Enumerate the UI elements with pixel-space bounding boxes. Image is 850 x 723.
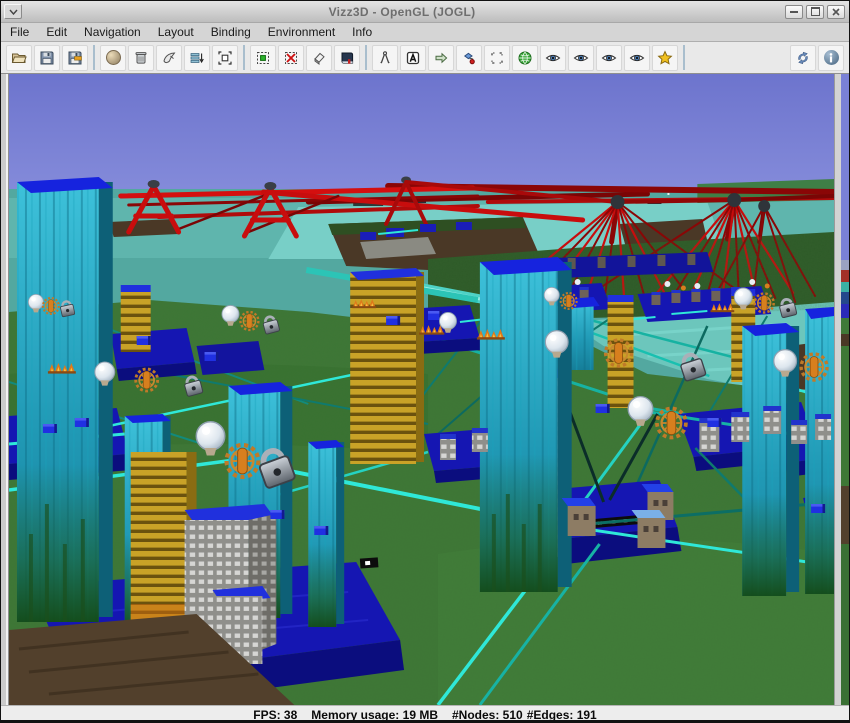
window-menu-button[interactable] <box>4 4 22 19</box>
menu-navigation[interactable]: Navigation <box>84 25 141 39</box>
chevron-down-icon <box>9 9 18 15</box>
documentation-button[interactable] <box>334 45 360 71</box>
globe-icon <box>517 50 533 66</box>
save-icon <box>39 50 55 66</box>
teal-tower-giant <box>480 257 572 592</box>
about-button[interactable] <box>818 45 844 71</box>
eraser-button[interactable] <box>306 45 332 71</box>
eye-icon <box>629 50 645 66</box>
app-window: Vizz3D - OpenGL (JOGL) File Edit Navigat… <box>0 0 850 723</box>
reload-button[interactable] <box>790 45 816 71</box>
close-button[interactable] <box>827 5 845 19</box>
arrow-right-icon <box>433 50 449 66</box>
save-as-icon <box>67 50 83 66</box>
viewport-right-sliver <box>841 74 849 705</box>
view-toggle-1-button[interactable] <box>540 45 566 71</box>
open-folder-icon <box>11 50 27 66</box>
text-a-icon <box>405 50 421 66</box>
minimize-icon <box>790 11 798 13</box>
teal-tower-giant <box>17 177 113 622</box>
favorites-button[interactable] <box>652 45 678 71</box>
toolbar-separator <box>683 45 685 70</box>
text-labels-button[interactable] <box>400 45 426 71</box>
opengl-3d-viewport[interactable] <box>9 74 834 705</box>
view-toggle-2-button[interactable] <box>568 45 594 71</box>
sphere-icon <box>106 50 121 65</box>
save-as-button[interactable] <box>62 45 88 71</box>
minimize-button[interactable] <box>785 5 803 19</box>
brush-sweep-icon <box>161 50 177 66</box>
move-node-icon <box>461 50 477 66</box>
eye-icon <box>601 50 617 66</box>
view-toggle-3-button[interactable] <box>596 45 622 71</box>
delete-button[interactable] <box>128 45 154 71</box>
eraser-icon <box>311 50 327 66</box>
menu-file[interactable]: File <box>10 25 29 39</box>
status-memory: Memory usage: 19 MB <box>311 708 438 722</box>
measure-button[interactable] <box>372 45 398 71</box>
menu-layout[interactable]: Layout <box>158 25 194 39</box>
save-button[interactable] <box>34 45 60 71</box>
add-node-icon <box>255 50 271 66</box>
menu-environment[interactable]: Environment <box>268 25 335 39</box>
sphere-mode-button[interactable] <box>100 45 126 71</box>
info-glyph <box>828 53 834 63</box>
toolbar-separator <box>365 45 367 70</box>
compass-icon <box>377 50 393 66</box>
viewport-row <box>1 74 849 705</box>
sky <box>9 74 834 192</box>
eye-icon <box>545 50 561 66</box>
maximize-icon <box>811 7 820 16</box>
reload-icon <box>795 50 811 66</box>
clear-scene-button[interactable] <box>156 45 182 71</box>
step-forward-button[interactable] <box>428 45 454 71</box>
add-node-button[interactable] <box>250 45 276 71</box>
status-fps: FPS: 38 <box>253 708 297 722</box>
viewport-left-frame <box>1 74 9 705</box>
toolbar <box>1 42 849 74</box>
marquee-icon <box>489 50 505 66</box>
fit-screen-icon <box>217 50 233 66</box>
remove-node-button[interactable] <box>278 45 304 71</box>
menu-edit[interactable]: Edit <box>46 25 67 39</box>
sort-layers-icon <box>189 50 205 66</box>
info-icon <box>824 50 839 65</box>
select-region-button[interactable] <box>484 45 510 71</box>
fit-to-screen-button[interactable] <box>212 45 238 71</box>
move-node-button[interactable] <box>456 45 482 71</box>
view-toggle-4-button[interactable] <box>624 45 650 71</box>
menu-info[interactable]: Info <box>352 25 372 39</box>
gold-tower-tall <box>350 268 424 464</box>
title-bar: Vizz3D - OpenGL (JOGL) <box>1 1 849 23</box>
status-bar: FPS: 38 Memory usage: 19 MB #Nodes: 510 … <box>1 705 849 723</box>
viewport-right-frame <box>834 74 841 705</box>
book-icon <box>339 50 355 66</box>
maximize-button[interactable] <box>806 5 824 19</box>
window-controls <box>782 5 845 19</box>
sort-layers-button[interactable] <box>184 45 210 71</box>
world-mode-button[interactable] <box>512 45 538 71</box>
close-icon <box>832 8 840 16</box>
teal-tower <box>805 307 834 594</box>
window-title: Vizz3D - OpenGL (JOGL) <box>22 5 782 19</box>
star-icon <box>657 50 673 66</box>
open-button[interactable] <box>6 45 32 71</box>
status-edges: #Edges: 191 <box>527 708 597 722</box>
eye-icon <box>573 50 589 66</box>
trash-icon <box>133 50 149 66</box>
toolbar-separator <box>93 45 95 70</box>
status-nodes: #Nodes: 510 <box>452 708 523 722</box>
toolbar-separator <box>243 45 245 70</box>
remove-node-icon <box>283 50 299 66</box>
menu-bar: File Edit Navigation Layout Binding Envi… <box>1 23 849 42</box>
menu-binding[interactable]: Binding <box>211 25 251 39</box>
